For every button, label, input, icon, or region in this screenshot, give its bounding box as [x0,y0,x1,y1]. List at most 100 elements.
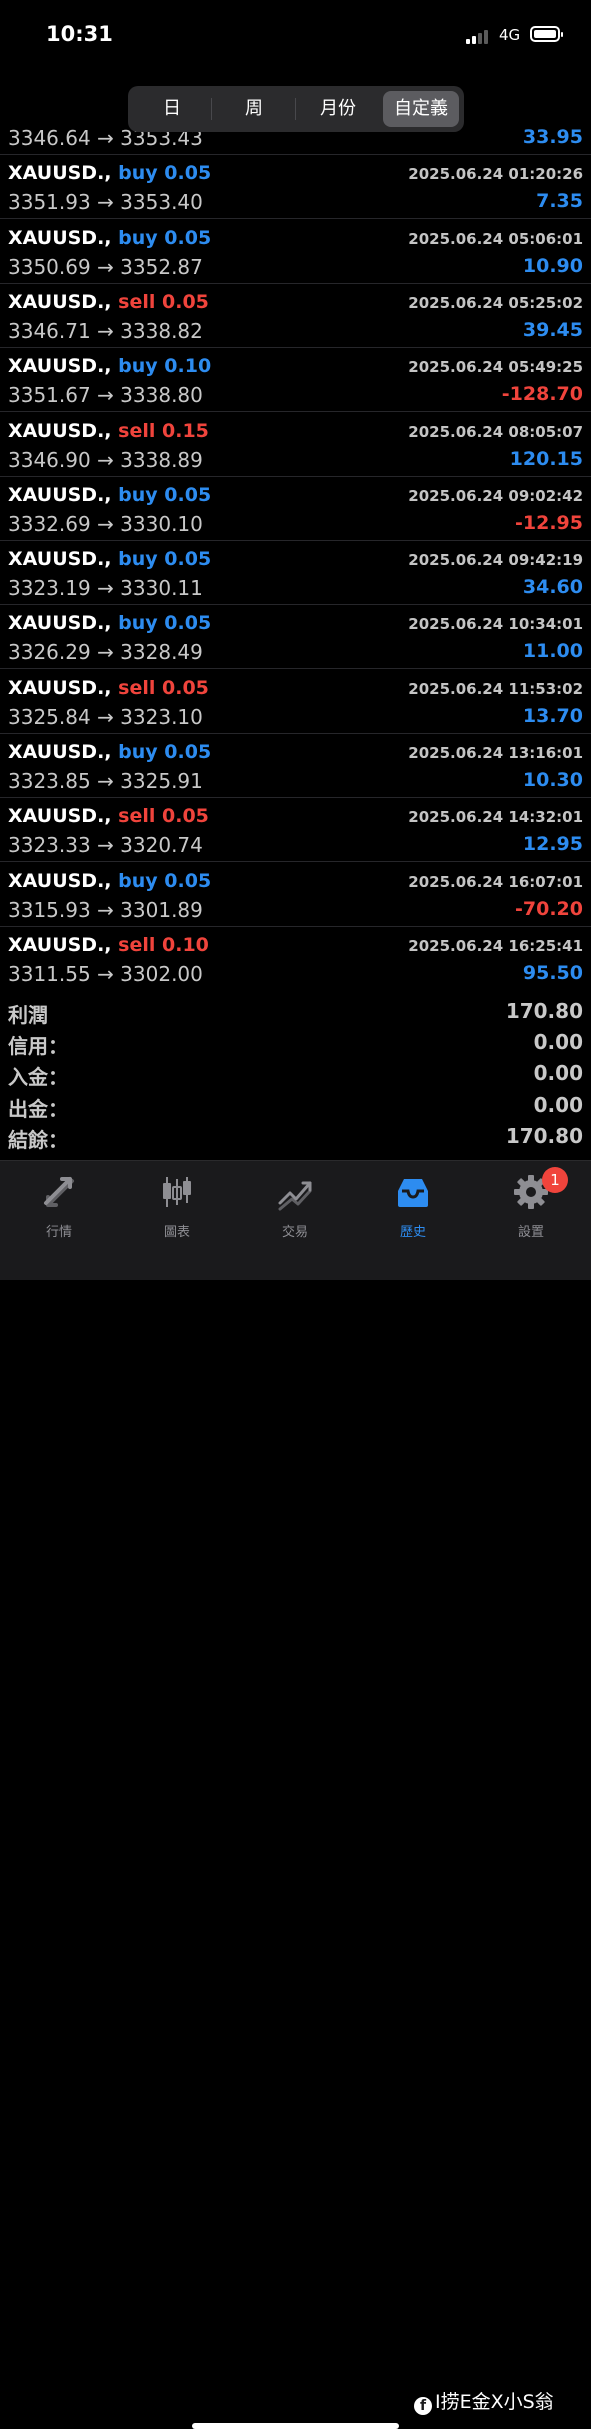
trade-symbol-line: XAUUSD., sell 0.05 [8,805,209,827]
summary-value: 0.00 [533,1030,583,1055]
status-bar: 10:31 4G [0,0,591,70]
trade-row[interactable]: XAUUSD., sell 0.05 2025.06.24 05:25:02 334… [0,284,591,348]
trade-symbol: XAUUSD., [8,355,112,378]
trade-volume: 0.05 [164,741,212,763]
trade-time: 2025.06.24 13:16:01 [408,744,583,762]
trade-symbol: XAUUSD., [8,869,112,892]
trade-side: buy [118,162,158,185]
trade-symbol-line: XAUUSD., buy 0.05 [8,484,211,506]
segment-week[interactable]: 周 [214,91,294,127]
trade-profit: 120.15 [509,447,583,470]
trade-symbol-line: XAUUSD., buy 0.05 [8,548,211,570]
trade-profit: 10.30 [522,769,583,791]
home-indicator [192,2423,399,2429]
trade-row[interactable]: XAUUSD., buy 0.05 2025.06.24 09:42:19 3323… [0,541,591,606]
trade-prices: 3311.55 → 3302.00 [8,961,203,986]
segment-divider [211,98,212,120]
trade-history-list[interactable]: 3346.64 → 3353.43 33.95 XAUUSD., buy 0.05 2… [0,122,591,990]
tab-history[interactable]: 歷史 [354,1169,472,1240]
trade-row[interactable]: XAUUSD., sell 0.05 2025.06.24 14:32:01 332… [0,798,591,863]
trade-prices: 3315.93 → 3301.89 [8,897,203,922]
trade-symbol: XAUUSD., [8,483,112,506]
trade-profit: -70.20 [515,897,583,920]
trade-row[interactable]: XAUUSD., sell 0.10 2025.06.24 16:25:41 331… [0,927,591,990]
trade-time: 2025.06.24 09:42:19 [408,551,583,570]
segment-month[interactable]: 月份 [298,91,378,127]
trade-prices: 3325.84 → 3323.10 [8,704,203,729]
trade-volume: 0.05 [162,805,209,828]
trade-row[interactable]: XAUUSD., buy 0.10 2025.06.24 05:49:25 3351… [0,348,591,413]
trade-volume: 0.15 [162,419,209,442]
trade-time: 2025.06.24 16:25:41 [408,936,583,955]
summary-value: 0.00 [533,1092,583,1117]
tab-label: 設置 [517,1225,544,1240]
trade-time: 2025.06.24 05:49:25 [408,358,583,377]
trade-row[interactable]: XAUUSD., buy 0.05 2025.06.24 01:20:26 3351… [0,155,591,220]
tab-label: 交易 [281,1225,308,1240]
trade-symbol-line: XAUUSD., sell 0.10 [8,934,209,956]
trade-time: 2025.06.24 05:06:01 [408,229,583,248]
trade-symbol-line: XAUUSD., sell 0.05 [8,677,209,699]
trade-symbol-line: XAUUSD., sell 0.15 [8,420,209,442]
tab-quotes[interactable]: 行情 [0,1169,118,1240]
history-icon [398,1179,428,1207]
segment-day[interactable]: 日 [134,91,210,127]
trade-profit: -12.95 [515,511,583,534]
trade-prices: 3351.67 → 3338.80 [8,383,203,408]
tab-chart[interactable]: 圖表 [118,1169,236,1240]
trade-row[interactable]: XAUUSD., buy 0.05 2025.06.24 16:07:01 3315… [0,863,591,927]
trade-profit: 11.00 [522,640,583,663]
trade-profit: 10.90 [522,254,583,277]
trade-time: 2025.06.24 11:53:02 [408,679,583,698]
summary-value: 170.80 [505,1123,583,1148]
trade-row[interactable]: XAUUSD., buy 0.05 2025.06.24 09:02:42 3332… [0,477,591,541]
summary-row: 利潤 170.80 [0,996,591,1027]
summary-value: 170.80 [505,999,583,1023]
trade-side: sell [118,419,156,442]
trade-time: 2025.06.24 01:20:26 [408,165,583,184]
trade-volume: 0.05 [164,548,212,571]
trade-row[interactable]: XAUUSD., buy 0.05 2025.06.24 13:16:01 3323… [0,734,591,798]
trade-symbol: XAUUSD., [8,162,112,185]
tab-settings[interactable]: 1 設置 [472,1167,590,1240]
trade-symbol: XAUUSD., [8,290,112,313]
summary-row: 出金： 0.00 [0,1090,591,1121]
trade-time: 2025.06.24 05:25:02 [408,293,583,312]
trade-profit: -128.70 [501,383,583,406]
trade-side: buy [118,548,158,571]
trade-prices: 3346.71 → 3338.82 [8,318,203,343]
trade-side: sell [118,290,156,313]
tab-label: 圖表 [163,1225,190,1240]
trade-icon [278,1181,312,1211]
summary-label: 利潤 [8,1003,48,1027]
trade-symbol: XAUUSD., [8,419,112,442]
trade-time: 2025.06.24 10:34:01 [408,615,583,634]
tab-label: 歷史 [399,1225,426,1240]
segment-custom[interactable]: 自定義 [383,91,459,127]
tab-trade[interactable]: 交易 [236,1169,354,1240]
trade-profit: 12.95 [522,833,583,856]
watermark: f I捞E金X小S翁 [414,2387,554,2415]
watermark-text: I捞E金X小S翁 [435,2391,554,2413]
trade-row[interactable]: XAUUSD., buy 0.05 2025.06.24 10:34:01 3326… [0,605,591,670]
trade-volume: 0.05 [164,162,212,185]
trade-volume: 0.10 [164,355,212,378]
trade-side: sell [118,676,156,699]
trade-time: 2025.06.24 08:05:07 [408,422,583,441]
bottom-tab-bar: 行情 圖表 交易 歷史 1 設置 f I捞E金X小S翁 [0,1160,591,2429]
chart-icon [163,1177,191,1207]
summary-value: 0.00 [533,1061,583,1086]
trade-time: 2025.06.24 09:02:42 [408,486,583,505]
tab-label: 行情 [45,1225,72,1240]
trade-profit: 33.95 [522,126,583,148]
trade-row[interactable]: XAUUSD., buy 0.05 2025.06.24 05:06:01 3350… [0,220,591,284]
trade-row[interactable]: XAUUSD., sell 0.05 2025.06.24 11:53:02 332… [0,670,591,734]
trade-side: buy [118,483,158,506]
trade-symbol-line: XAUUSD., sell 0.05 [8,291,209,313]
trade-symbol-line: XAUUSD., buy 0.05 [8,227,211,249]
trade-volume: 0.05 [164,226,212,249]
trade-row[interactable]: XAUUSD., sell 0.15 2025.06.24 08:05:07 334… [0,413,591,477]
trade-symbol: XAUUSD., [8,676,112,699]
summary-label: 出金： [8,1096,68,1121]
trade-symbol: XAUUSD., [8,226,112,249]
